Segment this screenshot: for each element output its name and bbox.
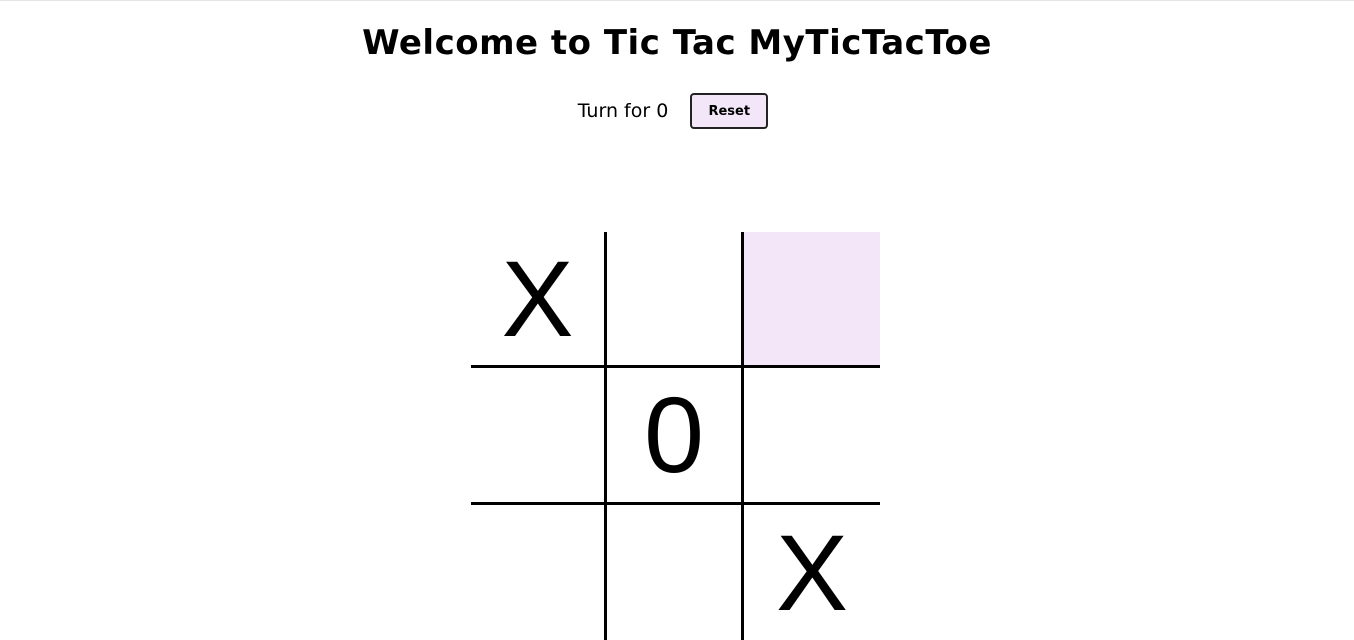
board-cell-9[interactable]: X (744, 505, 880, 640)
board-cell-7[interactable] (471, 505, 607, 640)
board-cell-5[interactable]: 0 (607, 368, 744, 505)
game-status-bar: Turn for 0 Reset (0, 93, 1354, 129)
game-board: X 0 X (471, 232, 880, 640)
board-cell-3[interactable] (744, 232, 880, 368)
board-cell-8[interactable] (607, 505, 744, 640)
board-cell-2[interactable] (607, 232, 744, 368)
reset-button[interactable]: Reset (690, 93, 769, 129)
board-cell-6[interactable] (744, 368, 880, 505)
turn-indicator: Turn for 0 (577, 100, 669, 122)
game-page: Welcome to Tic Tac MyTicTacToe Turn for … (0, 0, 1354, 640)
board-cell-4[interactable] (471, 368, 607, 505)
board-cell-1[interactable]: X (471, 232, 607, 368)
page-title: Welcome to Tic Tac MyTicTacToe (362, 23, 992, 63)
